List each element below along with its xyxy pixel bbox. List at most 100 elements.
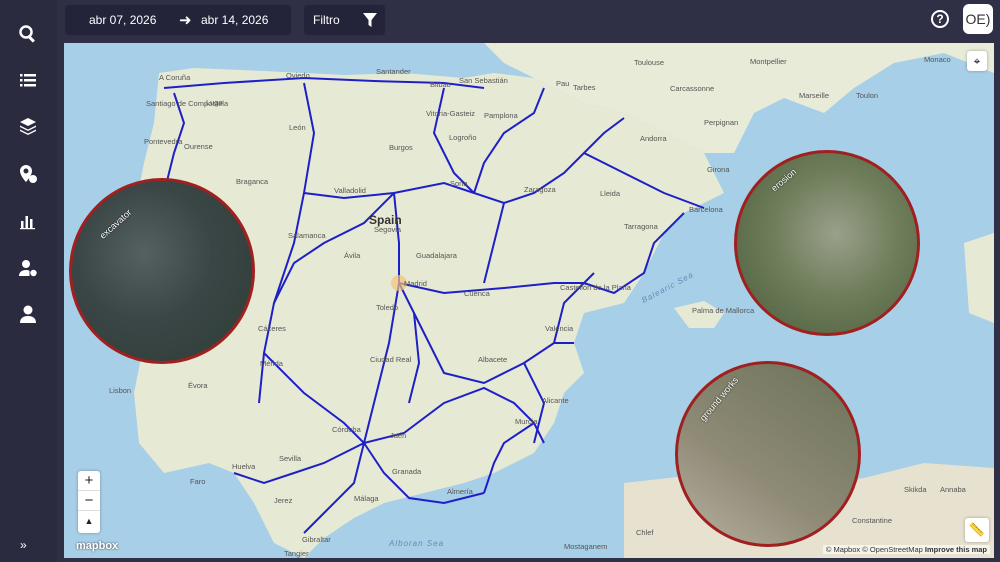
city-label: Valladolid: [334, 186, 366, 195]
city-label: Monaco: [924, 55, 951, 64]
city-label: Ciudad Real: [370, 355, 412, 364]
map-canvas[interactable]: Spain A Coruña Oviedo Santander Bilbao S…: [64, 43, 994, 558]
zoom-in-button[interactable]: +: [78, 471, 100, 491]
city-label: Ávila: [344, 251, 361, 260]
filter-button[interactable]: Filtro: [304, 5, 385, 35]
city-label: Santiago de Compostela: [146, 99, 229, 108]
user-icon[interactable]: [14, 300, 42, 328]
city-label: Tangier: [284, 549, 309, 558]
city-label: Toulon: [856, 91, 879, 100]
arrow-right-icon: ➜: [179, 12, 192, 29]
city-label: Madrid: [404, 279, 427, 288]
map-attribution: © Mapbox © OpenStreetMap Improve this ma…: [822, 545, 990, 554]
city-label: Pontevedra: [144, 137, 183, 146]
city-label: Pamplona: [484, 111, 518, 120]
sea-label: Alboran Sea: [389, 539, 445, 548]
sardinia-island: [964, 233, 994, 323]
zoom-controls: + − ▲: [78, 471, 100, 533]
city-label: Málaga: [354, 494, 379, 503]
city-label: Córdoba: [332, 425, 361, 434]
city-label: Cuenca: [464, 289, 490, 298]
topbar: abr 07, 2026 ➜ abr 14, 2026 Filtro ? OE): [57, 0, 1000, 42]
search-icon[interactable]: [14, 20, 42, 48]
layers-icon[interactable]: [14, 112, 42, 140]
detection-thumbnail-excavator[interactable]: excavator: [69, 178, 255, 364]
city-label: Oviedo: [286, 71, 310, 80]
city-label: Montpellier: [750, 57, 787, 66]
city-label: Évora: [188, 381, 208, 390]
city-label: Salamanca: [288, 231, 326, 240]
help-icon[interactable]: ?: [931, 10, 949, 28]
zoom-out-button[interactable]: −: [78, 491, 100, 511]
city-label: Ourense: [184, 142, 213, 151]
city-label: León: [289, 123, 306, 132]
city-label: Andorra: [640, 134, 667, 143]
city-label: Braganca: [236, 177, 269, 186]
compass-icon[interactable]: ▲: [78, 511, 100, 531]
city-label: Bilbao: [430, 80, 451, 89]
city-label: Santander: [376, 67, 411, 76]
city-label: Annaba: [940, 485, 966, 494]
city-label: Logroño: [449, 133, 477, 142]
city-label: Albacete: [478, 355, 508, 364]
detection-thumbnail-erosion[interactable]: erosion: [734, 150, 920, 336]
city-label: Castellón de la Plana: [560, 283, 631, 292]
city-label: Sevilla: [279, 454, 302, 463]
city-label: Burgos: [389, 143, 413, 152]
location-settings-icon[interactable]: [14, 160, 42, 188]
mapbox-logo: mapbox: [76, 540, 119, 552]
city-label: Mostaganem: [564, 542, 608, 551]
date-from[interactable]: abr 07, 2026: [89, 13, 156, 27]
improve-map-link[interactable]: Improve this map: [925, 545, 987, 554]
attribution-text: © Mapbox © OpenStreetMap: [825, 545, 923, 554]
city-label: Zaragoza: [524, 185, 556, 194]
city-label: Soria: [450, 179, 468, 188]
detection-thumbnail-ground-works[interactable]: ground works: [675, 361, 861, 547]
city-label: Carcassonne: [670, 84, 715, 93]
double-chevron-right-icon[interactable]: »: [20, 538, 27, 552]
city-label: Chlef: [636, 528, 654, 537]
city-label: Toledo: [376, 303, 399, 312]
city-label: Guadalajara: [416, 251, 457, 260]
city-label: Alicante: [542, 396, 569, 405]
city-label: Faro: [190, 477, 206, 486]
user-settings-icon[interactable]: [14, 254, 42, 282]
detection-label: erosion: [769, 166, 799, 194]
city-label: Valencia: [545, 324, 574, 333]
city-label: Pau: [556, 79, 570, 88]
city-label: San Sebastián: [459, 76, 508, 85]
city-label: Perpignan: [704, 118, 739, 127]
city-label: Tarbes: [573, 83, 596, 92]
city-label: Marseille: [799, 91, 830, 100]
city-label: Mérida: [260, 359, 283, 368]
city-label: Skikda: [904, 485, 927, 494]
detection-label: excavator: [97, 207, 134, 241]
city-label: Cáceres: [258, 324, 286, 333]
city-label: Girona: [707, 165, 730, 174]
org-logo[interactable]: OE): [963, 4, 993, 34]
city-label: Constantine: [852, 516, 893, 525]
city-label: Almería: [447, 487, 473, 496]
locate-me-icon[interactable]: ⌖: [967, 51, 987, 71]
city-label: Toulouse: [634, 58, 665, 67]
city-label: Tarragona: [624, 222, 658, 231]
city-label: Jerez: [274, 496, 293, 505]
city-label: Palma de Mallorca: [692, 306, 755, 315]
date-to[interactable]: abr 14, 2026: [201, 13, 268, 27]
date-range-picker[interactable]: abr 07, 2026 ➜ abr 14, 2026: [65, 5, 291, 35]
ruler-icon[interactable]: 📏: [965, 518, 989, 542]
filter-icon: [363, 13, 377, 27]
city-label: Barcelona: [689, 205, 723, 214]
city-label: Gibraltar: [302, 535, 331, 544]
bar-chart-icon[interactable]: [14, 207, 42, 235]
city-label: Lleida: [600, 189, 621, 198]
city-label: Segovia: [374, 225, 402, 234]
city-label: Huelva: [232, 462, 256, 471]
sidebar: »: [0, 0, 57, 562]
filter-label: Filtro: [313, 13, 340, 27]
city-label: Murcia: [515, 417, 538, 426]
city-label: Jaén: [390, 431, 407, 440]
city-label: Vitoria-Gasteiz: [426, 109, 476, 118]
city-label: Granada: [392, 467, 422, 476]
list-icon[interactable]: [14, 66, 42, 94]
